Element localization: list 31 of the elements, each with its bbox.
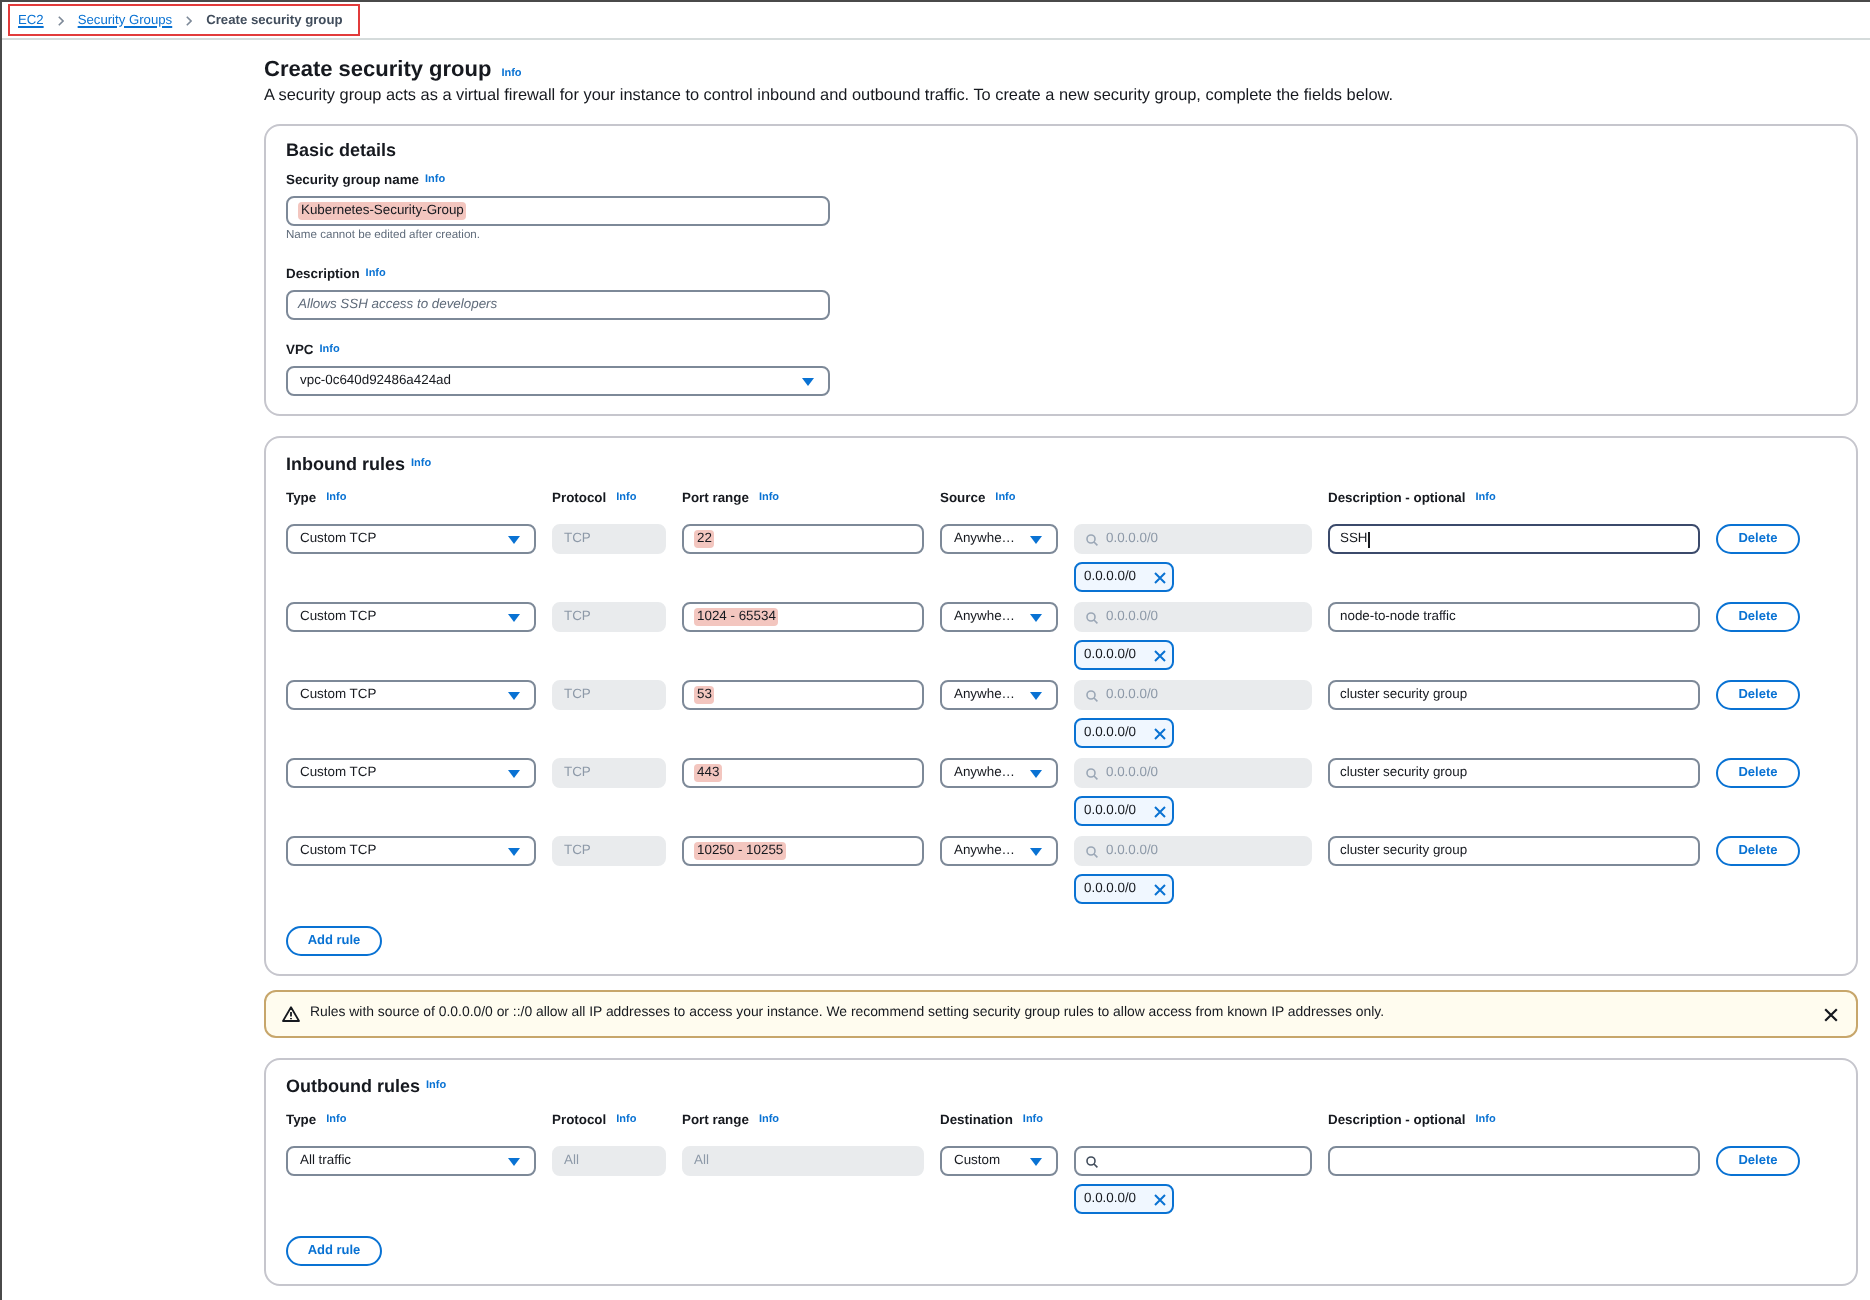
search-icon	[1086, 533, 1098, 545]
caret-down-icon	[508, 847, 520, 855]
caret-down-icon	[1030, 535, 1042, 543]
caret-down-icon	[508, 769, 520, 777]
chevron-right-icon	[57, 15, 64, 25]
search-icon	[1086, 611, 1098, 623]
search-icon	[1086, 1155, 1098, 1167]
caret-down-icon	[802, 377, 814, 385]
caret-down-icon	[508, 535, 520, 543]
search-field[interactable]	[1074, 1146, 1312, 1176]
search-icon	[1086, 845, 1098, 857]
caret-down-icon	[508, 1157, 520, 1165]
description-field[interactable]	[1328, 1146, 1700, 1176]
caret-down-icon	[1030, 769, 1042, 777]
page-title: Create security group	[264, 56, 492, 84]
section-title: Basic details	[286, 138, 397, 162]
close-icon[interactable]	[1824, 1007, 1838, 1021]
chevron-right-icon	[186, 15, 193, 25]
caret-down-icon	[1030, 1157, 1042, 1165]
search-icon	[1086, 689, 1098, 701]
caret-down-icon	[508, 691, 520, 699]
caret-down-icon	[1030, 691, 1042, 699]
search-icon	[1086, 767, 1098, 779]
caret-down-icon	[508, 613, 520, 621]
caret-down-icon	[1030, 613, 1042, 621]
caret-down-icon	[1030, 847, 1042, 855]
text-cursor	[1367, 531, 1370, 547]
page-description: A security group acts as a virtual firewall for your instance to control inbound and outbound traffic. To create a new security group, complete the fields below.	[264, 86, 1395, 106]
section-title: Inbound rules	[286, 452, 405, 476]
section-title: Outbound rules	[286, 1074, 420, 1098]
warning-icon	[282, 1006, 300, 1022]
